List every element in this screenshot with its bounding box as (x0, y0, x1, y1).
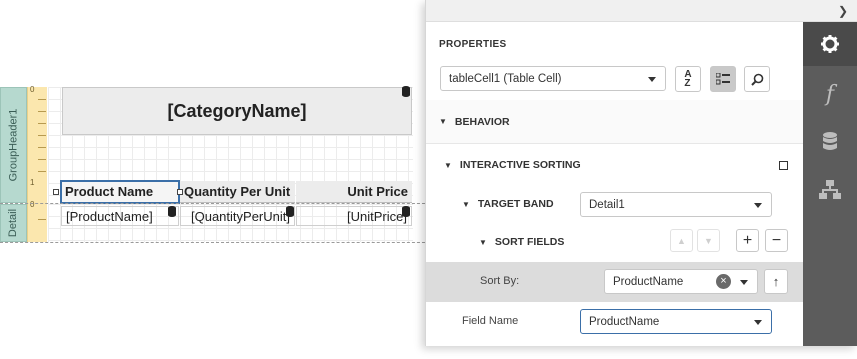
chevron-down-icon (740, 280, 748, 285)
triangle-down-icon: ▼ (444, 160, 452, 170)
band-label-detail: Detail (7, 208, 20, 238)
field-name-value: ProductName (589, 315, 660, 328)
chevron-right-icon[interactable]: ❯ (838, 4, 848, 18)
sort-by-value: ProductName (613, 275, 684, 288)
field-name-label: Field Name (462, 315, 519, 327)
arrow-up-icon: ↑ (772, 274, 780, 289)
table-cell-unit-price[interactable]: [UnitPrice] (296, 206, 412, 226)
design-surface[interactable]: GroupHeader1 Detail 0 1 0 [CategoryName]… (0, 0, 430, 359)
table-header-unit-price[interactable]: Unit Price (296, 181, 412, 203)
target-band-select[interactable]: Detail1 (580, 192, 772, 217)
field-list-tab[interactable] (803, 120, 857, 164)
categories-icon (716, 73, 730, 85)
band-label-groupheader: GroupHeader1 (7, 108, 20, 182)
properties-title: PROPERTIES (439, 39, 507, 50)
table-header-product-name[interactable]: Product Name (60, 180, 180, 204)
ruler-tick-0: 0 (30, 85, 35, 94)
table-cell-quantity-per-unit[interactable]: [QuantityPerUnit] (180, 206, 295, 226)
search-button[interactable] (744, 66, 770, 92)
triangle-down-icon: ▼ (479, 237, 487, 247)
database-icon (168, 206, 176, 217)
sort-by-row[interactable]: Sort By: ProductName × ↑ (426, 262, 804, 302)
hierarchy-icon (819, 180, 841, 199)
expressions-tab[interactable]: f (803, 72, 857, 116)
chevron-down-icon: ▼ (704, 235, 713, 246)
database-icon (402, 86, 410, 97)
component-selector-value: tableCell1 (Table Cell) (449, 72, 562, 85)
triangle-down-icon: ▼ (439, 117, 447, 126)
section-target-band-label: TARGET BAND (477, 198, 554, 210)
database-icon (286, 206, 294, 217)
chevron-down-icon (754, 203, 762, 208)
sort-by-label: Sort By: (480, 275, 520, 287)
search-icon (750, 73, 763, 86)
table-cell-product-name[interactable]: [ProductName] (61, 206, 179, 226)
sort-alphabetical-button[interactable]: AZ (675, 66, 701, 92)
database-icon (823, 132, 837, 150)
section-sort-fields-label: SORT FIELDS (494, 236, 565, 248)
field-name-select[interactable]: ProductName (580, 309, 772, 334)
chevron-down-icon (754, 320, 762, 325)
band-strip-groupheader[interactable]: GroupHeader1 (0, 87, 27, 203)
ruler-tick-1: 1 (30, 178, 35, 187)
category-name-label[interactable]: [CategoryName] (62, 87, 412, 135)
sort-by-select[interactable]: ProductName × (604, 269, 758, 294)
clear-icon[interactable]: × (716, 274, 731, 289)
chevron-up-icon: ▲ (677, 235, 686, 246)
vertical-ruler: 0 1 0 (27, 85, 47, 242)
sort-direction-button[interactable]: ↑ (764, 269, 788, 294)
remove-sort-field-button[interactable]: − (765, 229, 788, 252)
table-header-quantity-per-unit[interactable]: Quantity Per Unit (180, 181, 295, 203)
report-explorer-tab[interactable] (803, 168, 857, 212)
properties-content: PROPERTIES tableCell1 (Table Cell) AZ ▼ … (426, 22, 804, 346)
minus-icon: − (771, 231, 782, 249)
component-selector[interactable]: tableCell1 (Table Cell) (440, 66, 666, 91)
section-interactive-sorting[interactable]: ▼ INTERACTIVE SORTING (426, 154, 804, 176)
add-sort-field-button[interactable]: + (736, 229, 759, 252)
resize-handle[interactable] (177, 189, 183, 195)
sort-az-icon: AZ (684, 69, 692, 89)
plus-icon: + (742, 231, 753, 249)
chevron-down-icon (648, 77, 656, 82)
section-behavior-label: BEHAVIOR (454, 115, 510, 128)
band-strip-detail[interactable]: Detail (0, 204, 27, 242)
ruler-tick-2: 0 (30, 200, 35, 209)
target-band-value: Detail1 (589, 198, 625, 211)
panel-tab-strip: f (803, 22, 857, 346)
triangle-down-icon: ▼ (462, 199, 470, 209)
section-behavior[interactable]: ▼ BEHAVIOR (426, 100, 804, 144)
interactive-sorting-checkbox[interactable] (779, 161, 788, 170)
categorized-view-button[interactable] (710, 66, 736, 92)
function-icon: f (825, 81, 835, 107)
report-designer: GroupHeader1 Detail 0 1 0 [CategoryName]… (0, 0, 857, 359)
panel-collapse-bar[interactable]: ❯ (426, 0, 857, 22)
database-icon (402, 206, 410, 217)
section-interactive-sorting-label: INTERACTIVE SORTING (459, 159, 581, 171)
gear-icon (821, 35, 839, 53)
band-separator (0, 203, 430, 204)
move-up-button[interactable]: ▲ (670, 229, 693, 252)
move-down-button[interactable]: ▼ (697, 229, 720, 252)
resize-handle[interactable] (53, 189, 59, 195)
band-separator (0, 242, 430, 243)
properties-tab[interactable] (803, 22, 857, 66)
properties-panel: ❯ PROPERTIES tableCell1 (Table Cell) AZ (425, 0, 857, 346)
